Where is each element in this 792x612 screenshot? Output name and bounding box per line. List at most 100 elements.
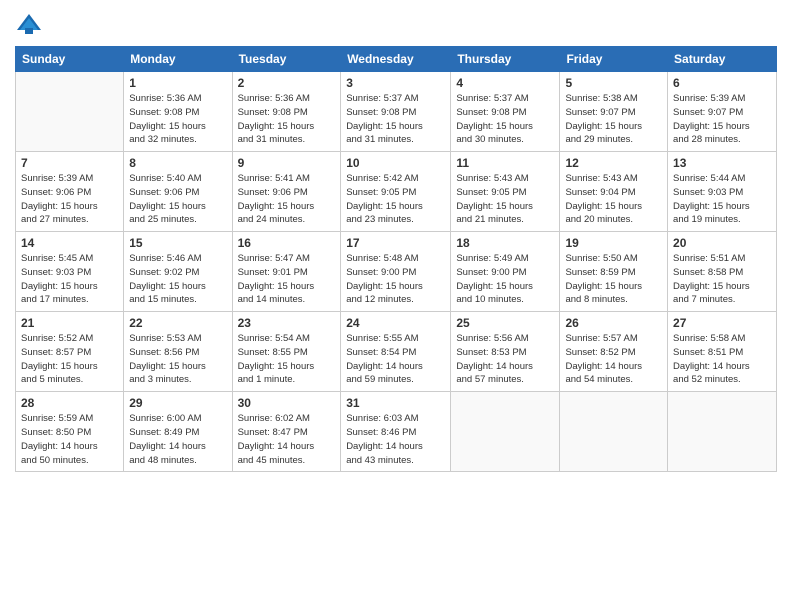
day-number: 19	[565, 236, 662, 250]
day-info: Sunrise: 5:37 AMSunset: 9:08 PMDaylight:…	[456, 92, 554, 147]
day-number: 18	[456, 236, 554, 250]
day-info: Sunrise: 5:40 AMSunset: 9:06 PMDaylight:…	[129, 172, 226, 227]
day-number: 20	[673, 236, 771, 250]
day-info: Sunrise: 5:38 AMSunset: 9:07 PMDaylight:…	[565, 92, 662, 147]
day-cell: 7Sunrise: 5:39 AMSunset: 9:06 PMDaylight…	[16, 152, 124, 232]
day-cell	[560, 392, 668, 472]
day-cell	[668, 392, 777, 472]
day-info: Sunrise: 5:59 AMSunset: 8:50 PMDaylight:…	[21, 412, 118, 467]
day-info: Sunrise: 5:43 AMSunset: 9:04 PMDaylight:…	[565, 172, 662, 227]
day-number: 23	[238, 316, 336, 330]
day-cell: 5 Sunrise: 5:38 AMSunset: 9:07 PMDaylight…	[560, 72, 668, 152]
day-info: Sunrise: 5:49 AMSunset: 9:00 PMDaylight:…	[456, 252, 554, 307]
week-row-3: 14 Sunrise: 5:45 AMSunset: 9:03 PMDayligh…	[16, 232, 777, 312]
logo	[15, 10, 47, 38]
day-cell: 21Sunrise: 5:52 AMSunset: 8:57 PMDayligh…	[16, 312, 124, 392]
day-info: Sunrise: 5:47 AMSunset: 9:01 PMDaylight:…	[238, 252, 336, 307]
week-row-5: 28 Sunrise: 5:59 AMSunset: 8:50 PMDayligh…	[16, 392, 777, 472]
header-row: SundayMondayTuesdayWednesdayThursdayFrid…	[16, 47, 777, 72]
day-cell: 10 Sunrise: 5:42 AMSunset: 9:05 PMDayligh…	[341, 152, 451, 232]
week-row-2: 7Sunrise: 5:39 AMSunset: 9:06 PMDaylight…	[16, 152, 777, 232]
day-number: 2	[238, 76, 336, 90]
day-info: Sunrise: 5:43 AMSunset: 9:05 PMDaylight:…	[456, 172, 554, 227]
day-cell: 17 Sunrise: 5:48 AMSunset: 9:00 PMDayligh…	[341, 232, 451, 312]
day-info: Sunrise: 5:45 AMSunset: 9:03 PMDaylight:…	[21, 252, 118, 307]
week-row-1: 1 Sunrise: 5:36 AMSunset: 9:08 PMDaylight…	[16, 72, 777, 152]
day-header-wednesday: Wednesday	[341, 47, 451, 72]
page: SundayMondayTuesdayWednesdayThursdayFrid…	[0, 0, 792, 612]
day-info: Sunrise: 5:42 AMSunset: 9:05 PMDaylight:…	[346, 172, 445, 227]
day-cell	[16, 72, 124, 152]
day-cell: 13Sunrise: 5:44 AMSunset: 9:03 PMDayligh…	[668, 152, 777, 232]
day-info: Sunrise: 5:41 AMSunset: 9:06 PMDaylight:…	[238, 172, 336, 227]
day-info: Sunrise: 5:54 AMSunset: 8:55 PMDaylight:…	[238, 332, 336, 387]
day-header-saturday: Saturday	[668, 47, 777, 72]
day-info: Sunrise: 5:46 AMSunset: 9:02 PMDaylight:…	[129, 252, 226, 307]
day-number: 15	[129, 236, 226, 250]
day-info: Sunrise: 5:48 AMSunset: 9:00 PMDaylight:…	[346, 252, 445, 307]
day-cell: 24 Sunrise: 5:55 AMSunset: 8:54 PMDayligh…	[341, 312, 451, 392]
day-info: Sunrise: 5:50 AMSunset: 8:59 PMDaylight:…	[565, 252, 662, 307]
day-cell: 22Sunrise: 5:53 AMSunset: 8:56 PMDayligh…	[124, 312, 232, 392]
day-info: Sunrise: 6:02 AMSunset: 8:47 PMDaylight:…	[238, 412, 336, 467]
day-number: 17	[346, 236, 445, 250]
day-number: 16	[238, 236, 336, 250]
day-cell: 29 Sunrise: 6:00 AMSunset: 8:49 PMDayligh…	[124, 392, 232, 472]
day-cell: 3Sunrise: 5:37 AMSunset: 9:08 PMDaylight…	[341, 72, 451, 152]
day-cell: 9 Sunrise: 5:41 AMSunset: 9:06 PMDaylight…	[232, 152, 341, 232]
day-cell: 28 Sunrise: 5:59 AMSunset: 8:50 PMDayligh…	[16, 392, 124, 472]
day-info: Sunrise: 5:52 AMSunset: 8:57 PMDaylight:…	[21, 332, 118, 387]
day-cell: 4Sunrise: 5:37 AMSunset: 9:08 PMDaylight…	[451, 72, 560, 152]
day-number: 5	[565, 76, 662, 90]
day-header-friday: Friday	[560, 47, 668, 72]
day-info: Sunrise: 5:58 AMSunset: 8:51 PMDaylight:…	[673, 332, 771, 387]
day-number: 14	[21, 236, 118, 250]
day-info: Sunrise: 5:56 AMSunset: 8:53 PMDaylight:…	[456, 332, 554, 387]
header	[15, 10, 777, 38]
day-number: 29	[129, 396, 226, 410]
day-number: 8	[129, 156, 226, 170]
day-number: 9	[238, 156, 336, 170]
day-cell: 23 Sunrise: 5:54 AMSunset: 8:55 PMDayligh…	[232, 312, 341, 392]
day-info: Sunrise: 5:57 AMSunset: 8:52 PMDaylight:…	[565, 332, 662, 387]
day-cell: 19 Sunrise: 5:50 AMSunset: 8:59 PMDayligh…	[560, 232, 668, 312]
day-info: Sunrise: 5:36 AMSunset: 9:08 PMDaylight:…	[238, 92, 336, 147]
day-cell	[451, 392, 560, 472]
day-cell: 12 Sunrise: 5:43 AMSunset: 9:04 PMDayligh…	[560, 152, 668, 232]
day-number: 31	[346, 396, 445, 410]
day-cell: 1 Sunrise: 5:36 AMSunset: 9:08 PMDaylight…	[124, 72, 232, 152]
week-row-4: 21Sunrise: 5:52 AMSunset: 8:57 PMDayligh…	[16, 312, 777, 392]
day-number: 1	[129, 76, 226, 90]
day-info: Sunrise: 5:36 AMSunset: 9:08 PMDaylight:…	[129, 92, 226, 147]
day-number: 27	[673, 316, 771, 330]
day-header-monday: Monday	[124, 47, 232, 72]
day-number: 6	[673, 76, 771, 90]
day-info: Sunrise: 5:51 AMSunset: 8:58 PMDaylight:…	[673, 252, 771, 307]
day-info: Sunrise: 6:03 AMSunset: 8:46 PMDaylight:…	[346, 412, 445, 467]
day-number: 12	[565, 156, 662, 170]
day-number: 30	[238, 396, 336, 410]
logo-icon	[15, 10, 43, 38]
day-number: 13	[673, 156, 771, 170]
day-info: Sunrise: 5:55 AMSunset: 8:54 PMDaylight:…	[346, 332, 445, 387]
day-cell: 11 Sunrise: 5:43 AMSunset: 9:05 PMDayligh…	[451, 152, 560, 232]
day-info: Sunrise: 6:00 AMSunset: 8:49 PMDaylight:…	[129, 412, 226, 467]
day-cell: 6 Sunrise: 5:39 AMSunset: 9:07 PMDaylight…	[668, 72, 777, 152]
day-number: 28	[21, 396, 118, 410]
calendar: SundayMondayTuesdayWednesdayThursdayFrid…	[15, 46, 777, 472]
day-number: 26	[565, 316, 662, 330]
day-number: 10	[346, 156, 445, 170]
day-number: 11	[456, 156, 554, 170]
day-info: Sunrise: 5:37 AMSunset: 9:08 PMDaylight:…	[346, 92, 445, 147]
day-cell: 26 Sunrise: 5:57 AMSunset: 8:52 PMDayligh…	[560, 312, 668, 392]
day-info: Sunrise: 5:39 AMSunset: 9:06 PMDaylight:…	[21, 172, 118, 227]
day-cell: 18 Sunrise: 5:49 AMSunset: 9:00 PMDayligh…	[451, 232, 560, 312]
day-cell: 2 Sunrise: 5:36 AMSunset: 9:08 PMDaylight…	[232, 72, 341, 152]
day-cell: 14 Sunrise: 5:45 AMSunset: 9:03 PMDayligh…	[16, 232, 124, 312]
day-cell: 20 Sunrise: 5:51 AMSunset: 8:58 PMDayligh…	[668, 232, 777, 312]
day-cell: 8 Sunrise: 5:40 AMSunset: 9:06 PMDaylight…	[124, 152, 232, 232]
day-info: Sunrise: 5:39 AMSunset: 9:07 PMDaylight:…	[673, 92, 771, 147]
day-number: 24	[346, 316, 445, 330]
day-number: 22	[129, 316, 226, 330]
day-header-tuesday: Tuesday	[232, 47, 341, 72]
